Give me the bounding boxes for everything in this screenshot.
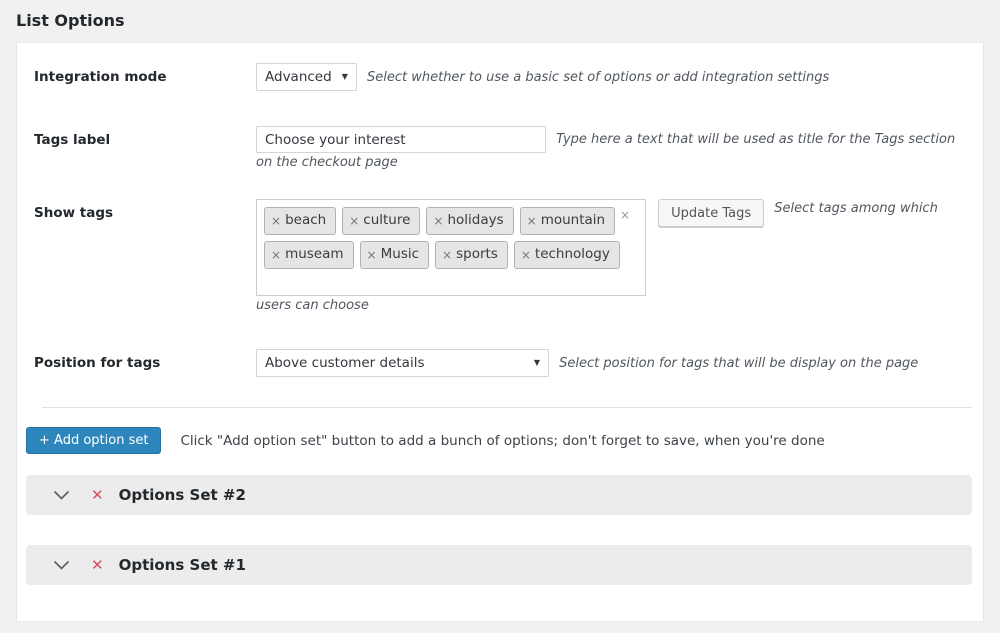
remove-tag-icon[interactable]: ×: [521, 249, 531, 261]
remove-tag-icon[interactable]: ×: [527, 215, 537, 227]
tags-list: × beach × culture × holidays: [264, 207, 621, 269]
chevron-down-icon[interactable]: [53, 560, 70, 571]
chevron-down-icon[interactable]: [53, 490, 70, 501]
integration-mode-selected-value: Advanced: [265, 67, 332, 88]
form-rows: Integration mode Advanced ▼ Select wheth…: [26, 63, 972, 408]
tags-multiselect-box[interactable]: × × beach × culture: [256, 199, 646, 296]
row-position-for-tags: Position for tags Above customer details…: [34, 349, 972, 377]
tag-label: technology: [535, 244, 610, 265]
position-for-tags-select[interactable]: Above customer details ▼: [256, 349, 549, 377]
row-show-tags: Show tags × × beach ×: [34, 199, 972, 316]
position-for-tags-label: Position for tags: [34, 349, 256, 371]
add-option-set-button[interactable]: + Add option set: [26, 427, 161, 454]
tag-label: beach: [285, 210, 326, 231]
page-title: List Options: [0, 0, 1000, 42]
position-for-tags-description: Select position for tags that will be di…: [559, 356, 918, 371]
tag-chip: × holidays: [426, 207, 513, 235]
remove-tag-icon[interactable]: ×: [271, 249, 281, 261]
show-tags-field: × × beach × culture: [256, 199, 972, 316]
row-integration-mode: Integration mode Advanced ▼ Select wheth…: [34, 63, 972, 91]
integration-mode-field: Advanced ▼ Select whether to use a basic…: [256, 63, 972, 91]
tags-label-label: Tags label: [34, 126, 256, 148]
chevron-down-icon: ▼: [342, 71, 348, 83]
tag-label: sports: [456, 244, 498, 265]
integration-mode-description: Select whether to use a basic set of opt…: [367, 70, 829, 85]
tags-label-input[interactable]: [256, 126, 546, 153]
tag-chip: × mountain: [520, 207, 615, 235]
option-set-title: Options Set #2: [119, 486, 246, 504]
chevron-down-icon: ▼: [534, 357, 540, 369]
tag-chip: × museam: [264, 241, 354, 269]
tag-label: holidays: [447, 210, 503, 231]
option-sets-list: ✕ Options Set #2 ✕ Options Set #1: [26, 475, 972, 585]
add-option-set-hint: Click "Add option set" button to add a b…: [180, 433, 824, 449]
integration-mode-select[interactable]: Advanced ▼: [256, 63, 357, 91]
option-set-header[interactable]: ✕ Options Set #1: [26, 545, 972, 585]
delete-option-set-icon[interactable]: ✕: [91, 558, 104, 573]
position-for-tags-field: Above customer details ▼ Select position…: [256, 349, 972, 377]
list-options-panel: Integration mode Advanced ▼ Select wheth…: [16, 42, 984, 622]
remove-tag-icon[interactable]: ×: [349, 215, 359, 227]
tag-chip: × culture: [342, 207, 420, 235]
section-divider: [42, 407, 972, 408]
integration-mode-label: Integration mode: [34, 63, 256, 85]
remove-tag-icon[interactable]: ×: [271, 215, 281, 227]
tag-label: museam: [285, 244, 343, 265]
position-for-tags-selected-value: Above customer details: [265, 353, 425, 374]
tag-chip: × beach: [264, 207, 336, 235]
remove-tag-icon[interactable]: ×: [442, 249, 452, 261]
update-tags-button[interactable]: Update Tags: [658, 199, 764, 227]
show-tags-label: Show tags: [34, 199, 256, 221]
delete-option-set-icon[interactable]: ✕: [91, 488, 104, 503]
clear-icon[interactable]: ×: [620, 209, 630, 221]
add-option-set-row: + Add option set Click "Add option set" …: [26, 427, 972, 454]
remove-tag-icon[interactable]: ×: [367, 249, 377, 261]
tag-chip: × Music: [360, 241, 429, 269]
tag-label: mountain: [541, 210, 605, 231]
remove-tag-icon[interactable]: ×: [433, 215, 443, 227]
tags-label-field: Type here a text that will be used as ti…: [256, 126, 972, 173]
tag-label: culture: [363, 210, 410, 231]
option-set-title: Options Set #1: [119, 556, 246, 574]
tag-label: Music: [381, 244, 419, 265]
tag-chip: × sports: [435, 241, 508, 269]
tag-chip: × technology: [514, 241, 620, 269]
option-set-header[interactable]: ✕ Options Set #2: [26, 475, 972, 515]
row-tags-label: Tags label Type here a text that will be…: [34, 126, 972, 173]
